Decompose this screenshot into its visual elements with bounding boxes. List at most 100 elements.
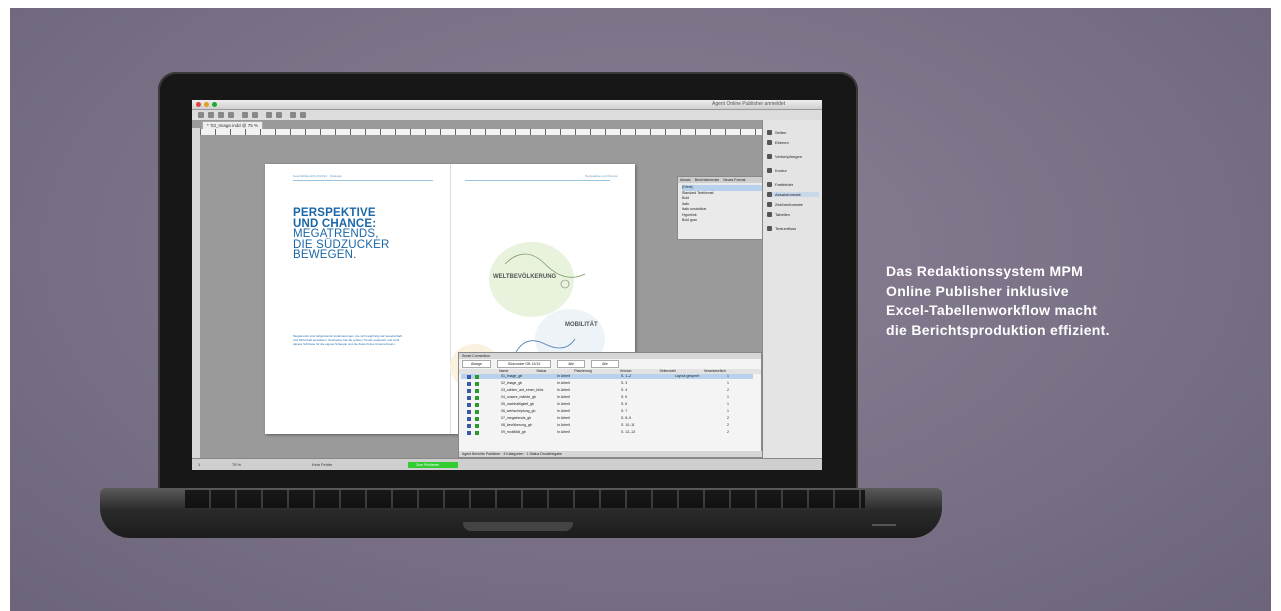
window-controls bbox=[196, 102, 217, 107]
table-cell: 2 bbox=[727, 423, 729, 427]
redo-icon[interactable] bbox=[252, 112, 258, 118]
publish-status-bar[interactable]: Zum Publishen bbox=[408, 462, 458, 468]
table-cell: Layout gesperrt bbox=[675, 374, 700, 378]
table-cell: In Arbeit bbox=[557, 409, 570, 413]
laptop-keyboard bbox=[185, 490, 865, 508]
marketing-caption: Das Redaktionssystem MPM Online Publishe… bbox=[886, 263, 1110, 338]
status-square-icon bbox=[475, 374, 479, 379]
headline-line-5: BEWEGEN. bbox=[293, 249, 357, 261]
stroke-icon bbox=[767, 168, 772, 173]
table-cell: S. 10–11 bbox=[621, 423, 635, 427]
table-row[interactable]: 02_image_gb In Arbeit S. 3 1 bbox=[461, 381, 753, 386]
table-row[interactable]: 05_nachhaltigkeit_gb In Arbeit S. 6 1 bbox=[461, 402, 753, 407]
table-row[interactable]: 06_wertschöpfung_gb In Arbeit S. 7 1 bbox=[461, 409, 753, 414]
table-cell: 2 bbox=[727, 430, 729, 434]
status-square-icon bbox=[475, 402, 479, 407]
page-headline: PERSPEKTIVE UND CHANCE: MEGATRENDS, DIE … bbox=[293, 208, 390, 261]
filter-select[interactable]: Alle bbox=[557, 360, 586, 368]
pages-icon bbox=[767, 130, 772, 135]
table-cell: 1 bbox=[727, 381, 729, 385]
table-cell: 1 bbox=[727, 402, 729, 406]
dock-item-paragraph-styles[interactable]: Absatzformate bbox=[767, 192, 819, 197]
undo-icon[interactable] bbox=[242, 112, 248, 118]
open-icon[interactable] bbox=[208, 112, 214, 118]
filter-select[interactable]: Alle bbox=[591, 360, 619, 368]
table-cell: 04_unsere_märkte_gb bbox=[501, 395, 537, 399]
table-cell: S. 4 bbox=[621, 388, 628, 392]
smart-connection-footer: Agent Berichts Publisher · 3 Kategorien … bbox=[459, 451, 764, 457]
status-square-icon bbox=[475, 416, 479, 421]
style-item[interactable]: Bold grau bbox=[682, 218, 769, 224]
close-dot-icon[interactable] bbox=[196, 102, 201, 107]
table-cell: 03_zahlen_auf_einen_blick bbox=[501, 388, 544, 392]
table-cell: S. 1–2 bbox=[621, 374, 632, 378]
table-cell: 1 bbox=[727, 409, 729, 413]
article-icon bbox=[467, 409, 471, 414]
dock-item-swatches[interactable]: Farbfelder bbox=[767, 182, 793, 187]
dock-item-pages[interactable]: Seiten bbox=[767, 130, 786, 135]
text-wrap-icon bbox=[767, 226, 772, 231]
table-cell: 07_megatrends_gb bbox=[501, 416, 532, 420]
table-cell: S. 8–9 bbox=[621, 416, 632, 420]
dock-item-tables[interactable]: Tabellen bbox=[767, 212, 790, 217]
print-icon[interactable] bbox=[228, 112, 234, 118]
frame-icon[interactable] bbox=[290, 112, 296, 118]
table-cell: S. 3 bbox=[621, 381, 628, 385]
table-row[interactable]: 03_zahlen_auf_einen_blick In Arbeit S. 4 2 bbox=[461, 388, 753, 393]
new-icon[interactable] bbox=[198, 112, 204, 118]
table-cell: 01_image_gb bbox=[501, 374, 523, 378]
links-icon bbox=[767, 154, 772, 159]
grid-icon[interactable] bbox=[276, 112, 282, 118]
filter-select[interactable]: Ablage bbox=[462, 360, 491, 368]
laptop-led bbox=[872, 524, 896, 526]
table-icon bbox=[767, 212, 772, 217]
table-cell: In Arbeit bbox=[557, 423, 570, 427]
table-cell: In Arbeit bbox=[557, 416, 570, 420]
swatches-icon bbox=[767, 182, 772, 187]
article-icon bbox=[467, 402, 471, 407]
laptop-notch bbox=[463, 522, 573, 531]
page-number[interactable]: 1 bbox=[198, 462, 200, 467]
smart-connection-table: 01_image_gb In Arbeit S. 1–2 Layout gesperr… bbox=[459, 374, 761, 444]
preflight-status: Kein Fehler bbox=[312, 462, 333, 467]
table-cell: S. 6 bbox=[621, 402, 628, 406]
tools-panel[interactable] bbox=[192, 128, 201, 458]
document-canvas[interactable]: Geschäftsbericht 2013/14 · Strategie Per… bbox=[201, 136, 774, 458]
save-icon[interactable] bbox=[218, 112, 224, 118]
status-square-icon bbox=[475, 409, 479, 414]
paragraph-styles-panel[interactable]: Absatz Berichtsformate Neues Format [Ohn… bbox=[677, 176, 774, 240]
page-header-rule-left bbox=[293, 180, 433, 181]
table-cell: 09_mobilität_gb bbox=[501, 430, 526, 434]
right-panel-dock: Seiten Ebenen Verknüpfungen Kontur Farbf… bbox=[762, 120, 822, 458]
dock-item-layers[interactable]: Ebenen bbox=[767, 140, 789, 145]
window-title: Agent Online Publisher anmeldet bbox=[712, 101, 786, 107]
table-row[interactable]: 09_mobilität_gb In Arbeit S. 12–13 2 bbox=[461, 430, 753, 435]
table-row[interactable]: 04_unsere_märkte_gb In Arbeit S. 5 1 bbox=[461, 395, 753, 400]
zoom-dot-icon[interactable] bbox=[212, 102, 217, 107]
filter-select[interactable]: Südzucker GB 13/14 bbox=[496, 360, 552, 368]
smart-connection-panel[interactable]: Smart Connection Ablage Südzucker GB 13/… bbox=[458, 352, 764, 458]
table-cell: 1 bbox=[727, 395, 729, 399]
table-cell: In Arbeit bbox=[557, 374, 570, 378]
dock-item-text-wrap[interactable]: Textumfluss bbox=[767, 226, 796, 231]
article-icon bbox=[467, 423, 471, 428]
table-cell: In Arbeit bbox=[557, 430, 570, 434]
view-icon[interactable] bbox=[266, 112, 272, 118]
table-cell: In Arbeit bbox=[557, 388, 570, 392]
publish-status-label: Zum Publishen bbox=[416, 463, 440, 467]
tab-absatz[interactable]: Absatz bbox=[680, 177, 691, 183]
dock-item-links[interactable]: Verknüpfungen bbox=[767, 154, 802, 159]
status-square-icon bbox=[475, 423, 479, 428]
minimize-dot-icon[interactable] bbox=[204, 102, 209, 107]
status-square-icon bbox=[475, 395, 479, 400]
table-row[interactable]: 08_bevölkerung_gb In Arbeit S. 10–11 2 bbox=[461, 423, 753, 428]
tab-berichtsformate[interactable]: Berichtsformate bbox=[695, 177, 720, 183]
tab-neues-format[interactable]: Neues Format bbox=[723, 177, 745, 183]
table-row[interactable]: 01_image_gb In Arbeit S. 1–2 Layout gesperr… bbox=[461, 374, 753, 379]
link-icon[interactable] bbox=[300, 112, 306, 118]
menu-bar: Agent Online Publisher anmeldet bbox=[192, 100, 822, 110]
table-row[interactable]: 07_megatrends_gb In Arbeit S. 8–9 2 bbox=[461, 416, 753, 421]
dock-item-character-styles[interactable]: Zeichenformate bbox=[767, 202, 803, 207]
dock-item-stroke[interactable]: Kontur bbox=[767, 168, 787, 173]
zoom-level[interactable]: 75 % bbox=[232, 462, 241, 467]
